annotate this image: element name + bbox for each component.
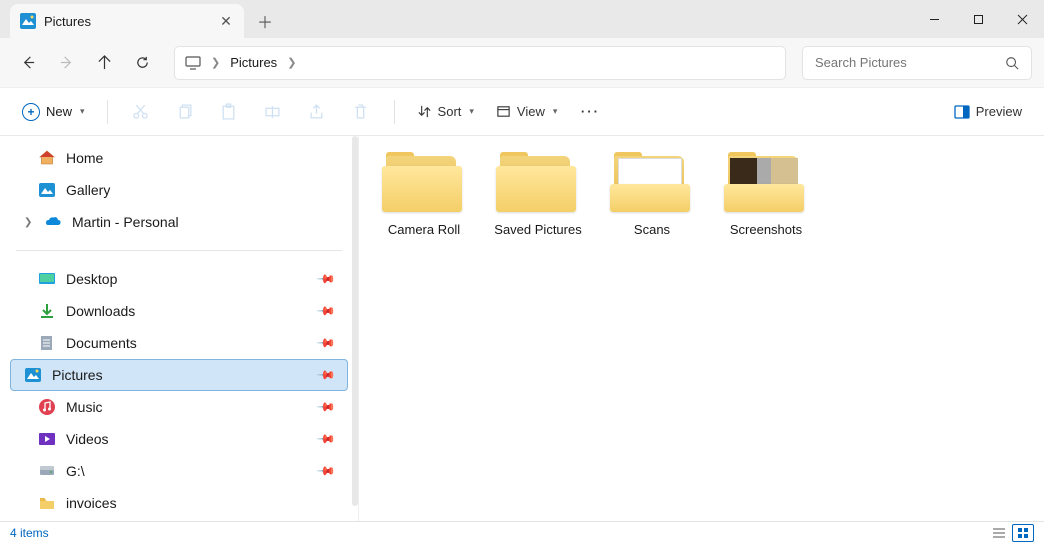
breadcrumb-item[interactable]: Pictures: [230, 55, 277, 70]
details-view-button[interactable]: [988, 524, 1010, 542]
pictures-icon: [20, 13, 36, 29]
plus-icon: +: [22, 103, 40, 121]
icons-view-button[interactable]: [1012, 524, 1034, 542]
delete-button[interactable]: [342, 95, 380, 129]
chevron-right-icon[interactable]: ❯: [287, 56, 296, 69]
folder-item[interactable]: Saved Pictures: [493, 152, 583, 237]
refresh-button[interactable]: [126, 47, 158, 79]
new-tab-button[interactable]: ＋: [250, 6, 280, 36]
forward-button[interactable]: [50, 47, 82, 79]
sidebar-item-documents[interactable]: Documents 📌: [10, 327, 348, 359]
command-bar: + New ▾ Sort ▾ View ▾ ··· Preview: [0, 88, 1044, 136]
folder-icon: [610, 152, 694, 216]
preview-pane-icon: [954, 105, 970, 119]
sidebar-item-downloads[interactable]: Downloads 📌: [10, 295, 348, 327]
maximize-button[interactable]: [956, 0, 1000, 38]
pin-icon[interactable]: 📌: [316, 429, 336, 449]
sidebar-item-onedrive[interactable]: ❯ Martin - Personal: [10, 206, 348, 238]
view-button[interactable]: View ▾: [488, 95, 565, 129]
sidebar-item-gallery[interactable]: Gallery: [10, 174, 348, 206]
pictures-icon: [24, 366, 42, 384]
folder-item[interactable]: Camera Roll: [379, 152, 469, 237]
more-button[interactable]: ···: [571, 95, 609, 129]
sidebar-item-desktop[interactable]: Desktop 📌: [10, 263, 348, 295]
pin-icon[interactable]: 📌: [316, 301, 336, 321]
music-icon: [38, 398, 56, 416]
chevron-right-icon[interactable]: ❯: [24, 217, 34, 228]
copy-button[interactable]: [166, 95, 204, 129]
tab-title: Pictures: [44, 14, 210, 29]
status-bar: 4 items: [0, 521, 1044, 543]
folder-item[interactable]: Scans: [607, 152, 697, 237]
paste-button[interactable]: [210, 95, 248, 129]
window-controls: [912, 0, 1044, 38]
back-button[interactable]: [12, 47, 44, 79]
onedrive-icon: [44, 213, 62, 231]
gallery-icon: [38, 181, 56, 199]
minimize-button[interactable]: [912, 0, 956, 38]
chevron-down-icon: ▾: [553, 106, 558, 117]
pin-icon[interactable]: 📌: [316, 365, 336, 385]
pin-icon[interactable]: 📌: [316, 333, 336, 353]
sidebar-item-videos[interactable]: Videos 📌: [10, 423, 348, 455]
close-tab-button[interactable]: ✕: [218, 13, 234, 29]
folder-icon: [382, 152, 466, 216]
folder-icon: [724, 152, 808, 216]
navigation-pane[interactable]: Home Gallery ❯ Martin - Personal Desktop…: [0, 136, 358, 521]
preview-button[interactable]: Preview: [946, 95, 1030, 129]
share-button[interactable]: [298, 95, 336, 129]
chevron-right-icon[interactable]: ❯: [211, 56, 220, 69]
videos-icon: [38, 430, 56, 448]
documents-icon: [38, 334, 56, 352]
up-button[interactable]: [88, 47, 120, 79]
chevron-down-icon: ▾: [469, 106, 474, 117]
window-tab[interactable]: Pictures ✕: [10, 4, 244, 38]
drive-icon: [38, 462, 56, 480]
sidebar-item-drive[interactable]: G:\ 📌: [10, 455, 348, 487]
folder-icon: [496, 152, 580, 216]
navigation-bar: ❯ Pictures ❯: [0, 38, 1044, 88]
sort-button[interactable]: Sort ▾: [409, 95, 482, 129]
sidebar-item-music[interactable]: Music 📌: [10, 391, 348, 423]
chevron-down-icon: ▾: [80, 106, 85, 117]
title-bar: Pictures ✕ ＋: [0, 0, 1044, 38]
desktop-icon: [38, 270, 56, 288]
view-icon: [496, 104, 511, 119]
search-box[interactable]: [802, 46, 1032, 80]
pin-icon[interactable]: 📌: [316, 397, 336, 417]
cut-button[interactable]: [122, 95, 160, 129]
new-button[interactable]: + New ▾: [14, 95, 93, 129]
search-input[interactable]: [815, 55, 1005, 70]
search-icon: [1005, 56, 1019, 70]
pin-icon[interactable]: 📌: [316, 461, 336, 481]
rename-button[interactable]: [254, 95, 292, 129]
close-window-button[interactable]: [1000, 0, 1044, 38]
sidebar-item-pictures[interactable]: Pictures 📌: [10, 359, 348, 391]
item-count: 4 items: [10, 526, 49, 540]
this-pc-icon: [185, 56, 201, 70]
folder-icon: [38, 494, 56, 512]
folder-item[interactable]: Screenshots: [721, 152, 811, 237]
home-icon: [38, 149, 56, 167]
items-view[interactable]: Camera Roll Saved Pictures Scans Screens…: [358, 136, 1044, 521]
sort-icon: [417, 104, 432, 119]
address-bar[interactable]: ❯ Pictures ❯: [174, 46, 786, 80]
sidebar-item-home[interactable]: Home: [10, 142, 348, 174]
downloads-icon: [38, 302, 56, 320]
sidebar-item-folder[interactable]: invoices: [10, 487, 348, 519]
pin-icon[interactable]: 📌: [316, 269, 336, 289]
